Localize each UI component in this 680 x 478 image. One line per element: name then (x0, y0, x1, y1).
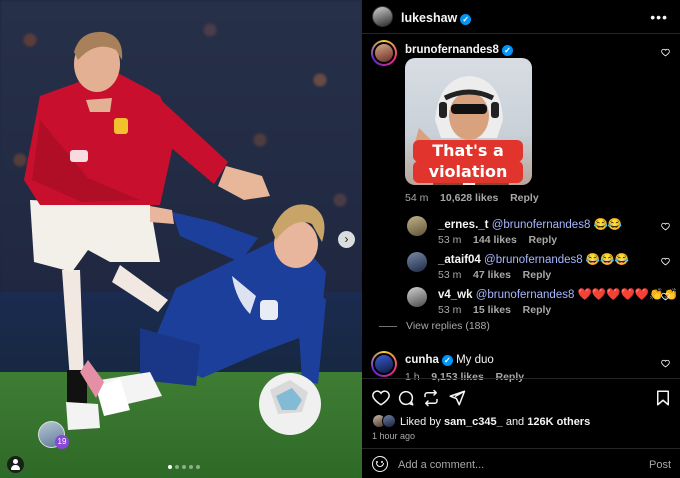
carousel-dot (196, 465, 200, 469)
verified-badge-icon: ✓ (460, 14, 472, 25)
reply-button[interactable]: Reply (523, 304, 552, 316)
post-media[interactable]: › 19 (0, 0, 362, 478)
comment-username[interactable]: brunofernandes8 ✓ (405, 44, 513, 56)
comment-avatar-cunha[interactable] (371, 351, 397, 377)
comment-like-heart-icon[interactable] (661, 359, 670, 368)
carousel-dot-active (168, 465, 172, 469)
emoji-icon[interactable] (372, 456, 388, 472)
comment-avatar[interactable] (407, 252, 427, 272)
comment-like-heart-icon[interactable] (661, 222, 670, 231)
comment-text: My duo (456, 354, 494, 366)
chevron-right-icon[interactable]: › (338, 231, 355, 248)
carousel-dot (182, 465, 186, 469)
sticker-text-line-2: violation (413, 161, 523, 183)
comment-time: 54 m (405, 192, 429, 204)
comment-meta: 53 m 144 likes Reply (438, 234, 557, 246)
more-icon[interactable]: ••• (650, 9, 668, 25)
comment-avatar[interactable] (407, 216, 427, 236)
comment-meta: 53 m 47 likes Reply (438, 269, 551, 281)
comment-mention[interactable]: @brunofernandes8 (492, 219, 591, 231)
view-replies-button[interactable]: View replies (188) (379, 320, 490, 332)
post-header: lukeshaw ✓ ••• (362, 0, 680, 34)
carousel-dot (175, 465, 179, 469)
liker-avatar[interactable] (382, 414, 396, 428)
comment-avatar[interactable] (407, 287, 427, 307)
post-side-panel: lukeshaw ✓ ••• brunofernandes8 ✓ That's a … (362, 0, 680, 478)
comment-text: 😂😂 (593, 219, 623, 231)
liked-by-count[interactable]: 126K others (527, 416, 590, 428)
comment-icon[interactable] (397, 389, 415, 407)
comment-time: 53 m (438, 304, 462, 316)
comment-likes[interactable]: 144 likes (473, 234, 517, 246)
share-icon[interactable] (448, 389, 466, 407)
tag-count-badge: 19 (55, 435, 69, 449)
comment-likes[interactable]: 47 likes (473, 269, 511, 281)
comment-user-text[interactable]: _ataif04 (438, 254, 481, 266)
post-actions-bar (362, 378, 680, 418)
sticker-text-line-1: That's a (413, 140, 523, 162)
post-comment-button[interactable]: Post (649, 459, 671, 471)
comment-text: 😂😂😂 (585, 254, 629, 266)
comment-like-heart-icon[interactable] (661, 257, 670, 266)
tagged-users-icon[interactable] (7, 456, 24, 473)
football (259, 373, 321, 435)
reply-button[interactable]: Reply (528, 234, 557, 246)
comment-meta: 54 m 10,628 likes Reply (405, 192, 539, 204)
liked-by-text: Liked by sam_c345_ and 126K others (400, 416, 590, 428)
comment-gif-sticker[interactable]: That's a violation (405, 58, 532, 185)
post-timestamp[interactable]: 1 hour ago (372, 431, 415, 441)
comment-user-text[interactable]: v4_wk (438, 289, 473, 301)
comment-avatar-bruno[interactable] (371, 40, 397, 66)
comment-likes[interactable]: 15 likes (473, 304, 511, 316)
comment-user-text: brunofernandes8 (405, 44, 499, 56)
liked-by-middle: and (502, 416, 528, 428)
author-avatar[interactable] (372, 6, 393, 27)
liked-by-prefix: Liked by (400, 416, 445, 428)
author-name-text: lukeshaw (401, 11, 458, 25)
comment-body: _ataif04 @brunofernandes8 😂😂😂 (438, 252, 629, 266)
author-username[interactable]: lukeshaw ✓ (401, 11, 472, 25)
comment-mention[interactable]: @brunofernandes8 (476, 289, 575, 301)
carousel-dot (189, 465, 193, 469)
heart-icon[interactable] (372, 389, 390, 407)
comment-mention[interactable]: @brunofernandes8 (484, 254, 583, 266)
bookmark-icon[interactable] (654, 389, 672, 407)
comment-body: cunha ✓ My duo (405, 354, 494, 366)
comment-like-heart-icon[interactable] (661, 292, 670, 301)
add-comment-bar: Add a comment... Post (362, 448, 680, 478)
comment-body: v4_wk @brunofernandes8 ❤️❤️❤️❤️❤️👏👏 (438, 287, 678, 301)
verified-badge-icon: ✓ (501, 45, 513, 56)
liked-by-user[interactable]: sam_c345_ (444, 416, 503, 428)
comment-input[interactable]: Add a comment... (398, 459, 484, 471)
comment-meta: 53 m 15 likes Reply (438, 304, 551, 316)
carousel-dots (168, 465, 200, 469)
comment-time: 53 m (438, 269, 462, 281)
comment-like-heart-icon[interactable] (661, 48, 670, 57)
repost-icon[interactable] (422, 389, 440, 407)
reply-button[interactable]: Reply (523, 269, 552, 281)
reply-button[interactable]: Reply (510, 192, 539, 204)
comment-likes[interactable]: 10,628 likes (440, 192, 498, 204)
comment-body: _ernes._t @brunofernandes8 😂😂 (438, 217, 622, 231)
comment-time: 53 m (438, 234, 462, 246)
players-illustration (24, 31, 326, 435)
verified-badge-icon: ✓ (441, 355, 453, 366)
comment-user-text[interactable]: cunha (405, 354, 439, 366)
comment-user-text[interactable]: _ernes._t (438, 219, 489, 231)
